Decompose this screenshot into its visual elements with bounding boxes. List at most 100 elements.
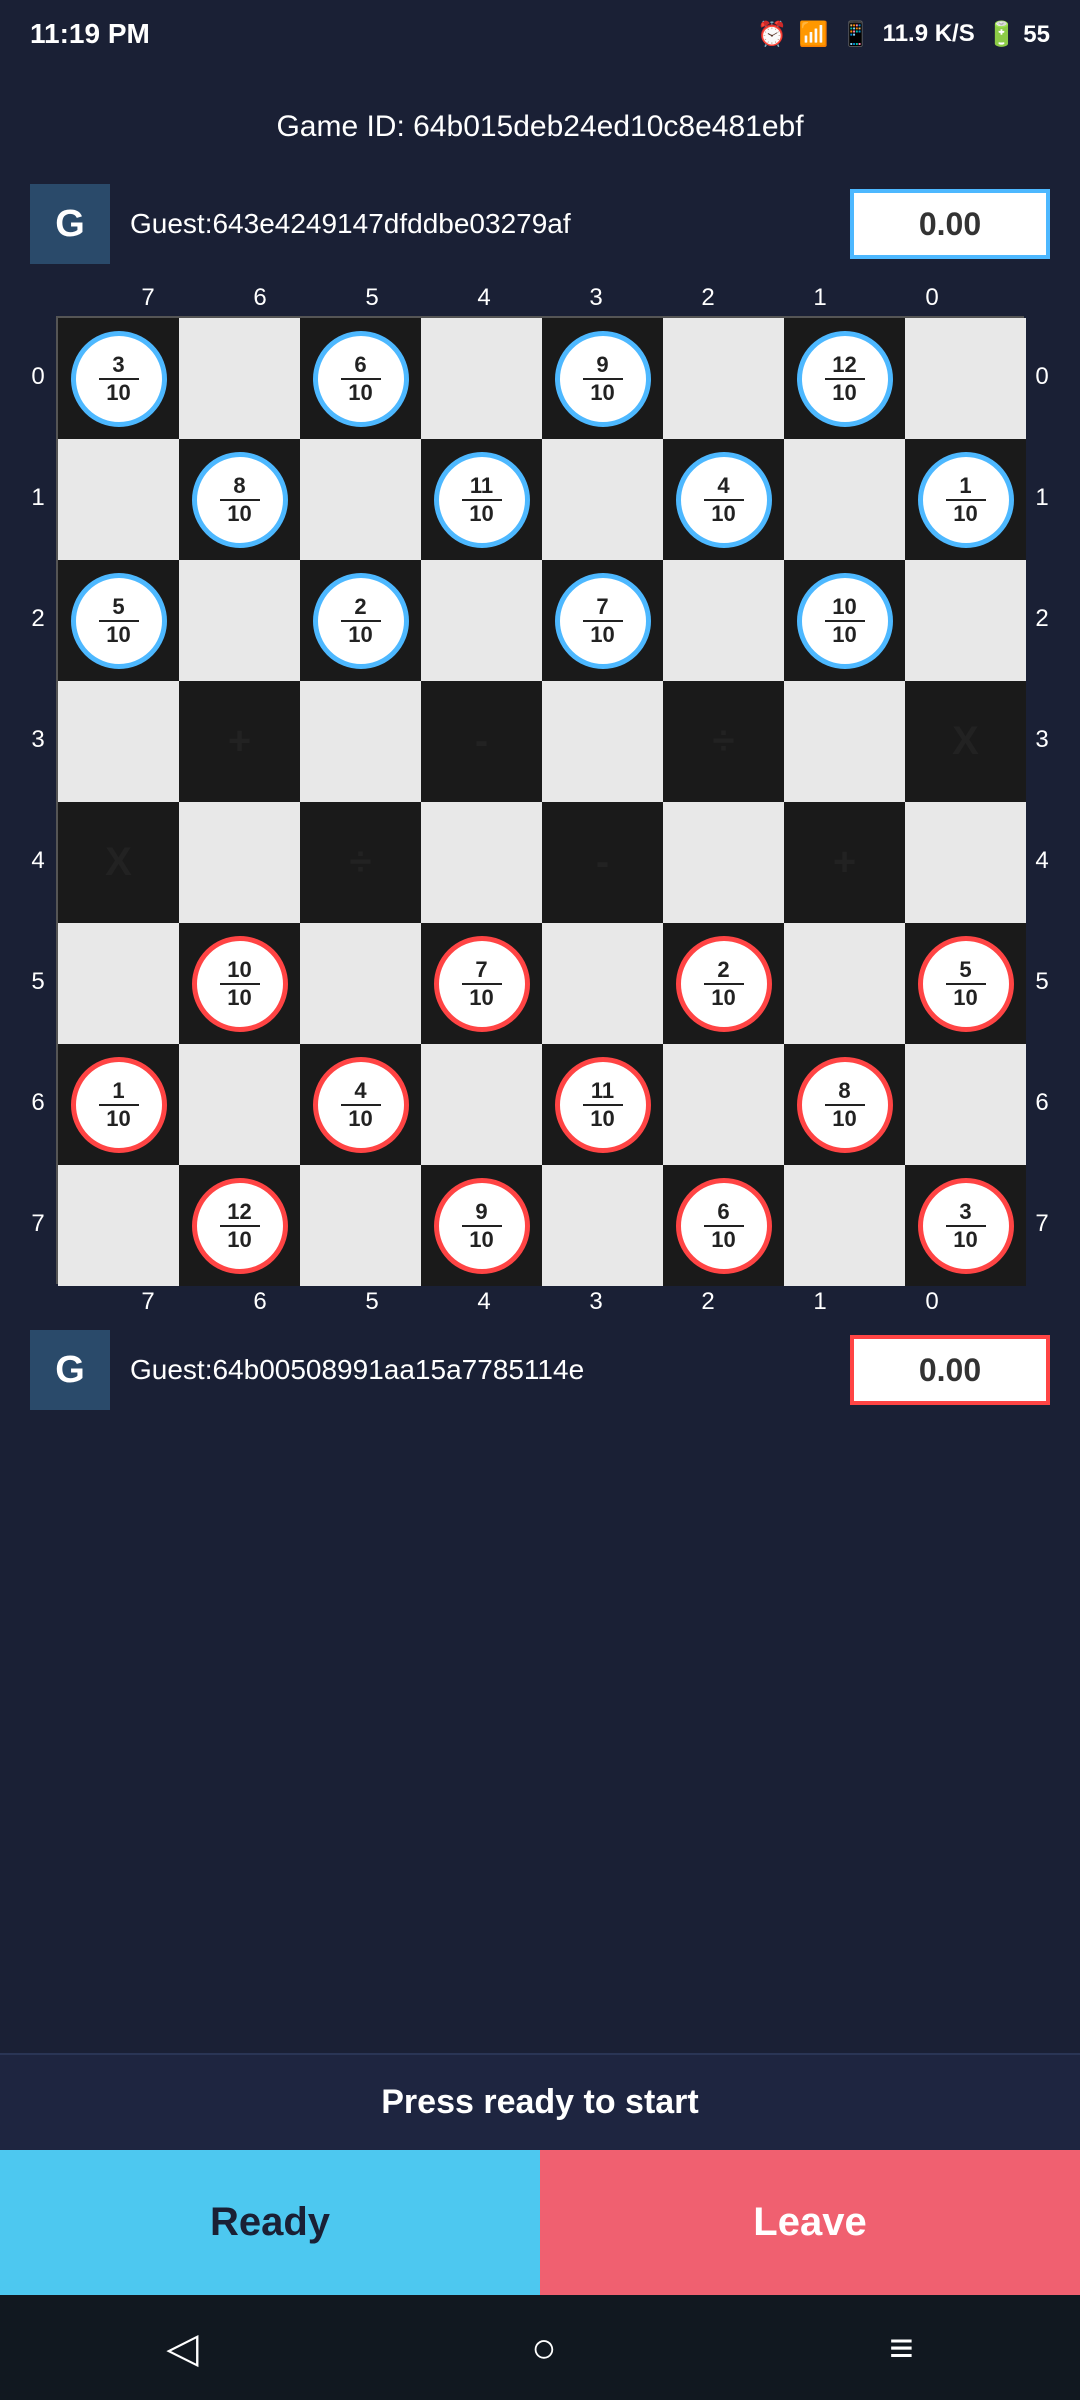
red-piece[interactable]: 310 [918,1178,1014,1274]
board-cell[interactable]: 210 [663,923,784,1044]
board-cell[interactable]: 410 [663,439,784,560]
board-cell[interactable]: ÷ [663,681,784,802]
blue-piece[interactable]: 410 [676,452,772,548]
board-cell[interactable]: 710 [421,923,542,1044]
board-cell[interactable] [905,318,1026,439]
board-cell[interactable] [421,802,542,923]
board-cell[interactable]: 110 [58,1044,179,1165]
board-cell[interactable]: 1010 [179,923,300,1044]
blue-piece[interactable]: 610 [313,331,409,427]
red-piece[interactable]: 1110 [555,1057,651,1153]
right-labels: 0 1 2 3 4 5 6 7 [1024,316,1060,1284]
board-cell[interactable] [663,802,784,923]
board-cell[interactable] [58,923,179,1044]
operator-symbol: + [228,719,251,764]
board-cell[interactable]: + [179,681,300,802]
board-cell[interactable] [663,318,784,439]
board-cell[interactable]: X [905,681,1026,802]
player2-avatar: G [30,1330,110,1410]
board-cell[interactable] [300,439,421,560]
red-piece[interactable]: 910 [434,1178,530,1274]
blue-piece[interactable]: 910 [555,331,651,427]
board-cell[interactable]: X [58,802,179,923]
blue-piece[interactable]: 1110 [434,452,530,548]
red-piece[interactable]: 810 [797,1057,893,1153]
board-cell[interactable] [421,560,542,681]
board-cell[interactable]: 210 [300,560,421,681]
board-cell[interactable] [905,1044,1026,1165]
board-cell[interactable] [58,439,179,560]
board-cell[interactable]: 510 [905,923,1026,1044]
board-cell[interactable] [300,923,421,1044]
board-cell[interactable] [300,681,421,802]
board-cell[interactable]: 910 [542,318,663,439]
board-cell[interactable] [905,802,1026,923]
blue-piece[interactable]: 310 [71,331,167,427]
board-cell[interactable] [421,1044,542,1165]
blue-piece[interactable]: 110 [918,452,1014,548]
red-piece[interactable]: 710 [434,936,530,1032]
board-cell[interactable] [542,923,663,1044]
blue-piece[interactable]: 1010 [797,573,893,669]
board-cell[interactable]: 810 [179,439,300,560]
board-cell[interactable] [784,923,905,1044]
board-cell[interactable] [542,1165,663,1286]
back-icon[interactable]: ◁ [166,2323,198,2372]
board-cell[interactable]: 1110 [421,439,542,560]
board-cell[interactable] [179,560,300,681]
board-cell[interactable]: 1110 [542,1044,663,1165]
red-piece[interactable]: 1210 [192,1178,288,1274]
red-piece[interactable]: 510 [918,936,1014,1032]
board-cell[interactable]: 610 [300,318,421,439]
board-cell[interactable]: 1210 [179,1165,300,1286]
board-cell[interactable] [179,802,300,923]
board-cell[interactable]: 1010 [784,560,905,681]
board-cell[interactable] [542,439,663,560]
board-cell[interactable] [421,318,542,439]
board-cell[interactable] [300,1165,421,1286]
board-cell[interactable] [663,1044,784,1165]
board-cell[interactable]: 310 [58,318,179,439]
board-cell[interactable]: ÷ [300,802,421,923]
board-cell[interactable]: 510 [58,560,179,681]
blue-piece[interactable]: 810 [192,452,288,548]
blue-piece[interactable]: 710 [555,573,651,669]
board-cell[interactable] [58,681,179,802]
board-cell[interactable] [663,560,784,681]
home-icon[interactable]: ○ [531,2324,556,2372]
player2-score: 0.00 [850,1335,1050,1405]
red-piece[interactable]: 1010 [192,936,288,1032]
board-cell[interactable] [179,1044,300,1165]
red-piece[interactable]: 110 [71,1057,167,1153]
blue-piece[interactable]: 210 [313,573,409,669]
red-piece[interactable]: 210 [676,936,772,1032]
board-cell[interactable] [784,681,905,802]
game-board[interactable]: 310 610 910 1210 810 1110 410 110 510 210 710 1010 +… [56,316,1024,1284]
board-cell[interactable]: - [421,681,542,802]
board-cell[interactable]: 910 [421,1165,542,1286]
board-cell[interactable]: 1210 [784,318,905,439]
board-cell[interactable] [784,439,905,560]
board-cell[interactable] [542,681,663,802]
board-cell[interactable] [905,560,1026,681]
board-cell[interactable]: 610 [663,1165,784,1286]
red-piece[interactable]: 410 [313,1057,409,1153]
board-cell[interactable] [58,1165,179,1286]
board-cell[interactable]: - [542,802,663,923]
board-cell[interactable] [179,318,300,439]
ready-button[interactable]: Ready [0,2150,540,2295]
board-cell[interactable] [784,1165,905,1286]
blue-piece[interactable]: 1210 [797,331,893,427]
operator-symbol: ÷ [350,840,372,885]
board-cell[interactable]: 110 [905,439,1026,560]
board-cell[interactable]: 410 [300,1044,421,1165]
blue-piece[interactable]: 510 [71,573,167,669]
board-cell[interactable]: 310 [905,1165,1026,1286]
red-piece[interactable]: 610 [676,1178,772,1274]
board-cell[interactable]: 810 [784,1044,905,1165]
leave-button[interactable]: Leave [540,2150,1080,2295]
board-cell[interactable]: + [784,802,905,923]
time: 11:19 PM [30,18,150,50]
board-cell[interactable]: 710 [542,560,663,681]
menu-icon[interactable]: ≡ [889,2324,914,2372]
